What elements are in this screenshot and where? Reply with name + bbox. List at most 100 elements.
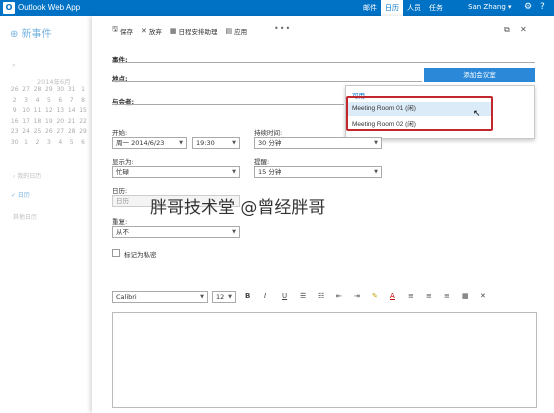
calendar-day[interactable]: 2 [9, 97, 20, 108]
calendar-day[interactable]: 18 [32, 118, 43, 129]
add-room-button[interactable]: 添加会议室 [424, 68, 535, 82]
calendar-day[interactable]: 1 [20, 139, 31, 150]
calendar-day[interactable]: 30 [55, 86, 66, 97]
start-date-field[interactable]: 周一 2014/6/23 ▼ [112, 137, 187, 149]
calendar-day[interactable]: 4 [55, 139, 66, 150]
calendar-day[interactable]: 3 [20, 97, 31, 108]
insert-table-icon[interactable]: ▦ [462, 292, 469, 300]
attendees-input[interactable] [112, 104, 344, 105]
calendar-day[interactable]: 28 [66, 128, 77, 139]
calendar-day[interactable]: 20 [55, 118, 66, 129]
calendar-day[interactable]: 1 [77, 86, 88, 97]
calendar-day[interactable]: 10 [20, 107, 31, 118]
location-input[interactable] [112, 81, 422, 82]
calendar-day[interactable]: 29 [77, 128, 88, 139]
start-time-field[interactable]: 19:30 ▼ [192, 137, 240, 149]
save-icon: 🖫 [112, 25, 118, 33]
calendar-day[interactable]: 6 [77, 139, 88, 150]
calendar-day[interactable]: 3 [43, 139, 54, 150]
calendar-day[interactable]: 5 [43, 97, 54, 108]
calendar-day[interactable]: 29 [43, 86, 54, 97]
calendar-day[interactable]: 6 [55, 97, 66, 108]
calendar-day[interactable]: 8 [77, 97, 88, 108]
font-select[interactable]: Calibri ▼ [112, 291, 208, 303]
message-body-editor[interactable] [112, 312, 537, 408]
calendar-day[interactable]: 4 [32, 97, 43, 108]
calendar-day[interactable]: 14 [66, 107, 77, 118]
calendar-day[interactable]: 25 [32, 128, 43, 139]
calendar-day[interactable]: 28 [32, 86, 43, 97]
calendar-day[interactable]: 17 [20, 118, 31, 129]
popout-icon[interactable]: ⧉ [504, 25, 510, 35]
calendar-day[interactable]: 26 [43, 128, 54, 139]
user-name: San Zhang [468, 3, 506, 11]
show-as-select[interactable]: 忙碌 ▼ [112, 166, 240, 178]
more-options-icon[interactable]: ••• [274, 24, 291, 33]
nav-calendar[interactable]: 日历 [381, 0, 403, 16]
nav-tasks[interactable]: 任务 [425, 3, 447, 16]
bold-icon[interactable]: B [245, 292, 250, 300]
font-size-select[interactable]: 12 ▼ [212, 291, 236, 303]
user-menu[interactable]: San Zhang ▾ [468, 3, 512, 11]
scheduling-assistant-button[interactable]: ▦ 日程安排助理 [170, 25, 218, 36]
nav-people[interactable]: 人员 [403, 3, 425, 16]
apply-button[interactable]: ▤ 应用 [225, 25, 247, 36]
private-checkbox[interactable] [112, 249, 120, 257]
chevron-down-icon: ▼ [232, 169, 236, 175]
calendar-day[interactable]: 5 [66, 139, 77, 150]
underline-icon[interactable]: U [282, 292, 287, 300]
repeat-label: 重复: [112, 218, 128, 226]
calendar-day[interactable]: 11 [32, 107, 43, 118]
numbered-list-icon[interactable]: ☷ [318, 292, 324, 300]
repeat-select[interactable]: 从不 ▼ [112, 226, 240, 238]
bullet-list-icon[interactable]: ☰ [300, 292, 306, 300]
help-icon[interactable]: ? [540, 2, 545, 12]
apply-label: 应用 [234, 27, 248, 36]
save-label: 保存 [119, 27, 133, 36]
calendar-day[interactable]: 22 [77, 118, 88, 129]
repeat-value: 从不 [116, 228, 129, 236]
align-center-icon[interactable]: ≡ [426, 292, 432, 300]
calendar-day[interactable]: 19 [43, 118, 54, 129]
calendar-day[interactable]: 27 [55, 128, 66, 139]
calendar-value: 日历 [116, 197, 129, 205]
align-left-icon[interactable]: ≡ [408, 292, 414, 300]
event-input[interactable] [112, 62, 535, 63]
start-time-value: 19:30 [196, 139, 215, 147]
calendar-prev-icon[interactable]: « [12, 62, 16, 69]
align-right-icon[interactable]: ≡ [444, 292, 450, 300]
calendar-day[interactable]: 24 [20, 128, 31, 139]
calendar-day[interactable]: 9 [9, 107, 20, 118]
my-calendars-header[interactable]: ‹ 我的日历 [13, 171, 41, 180]
calendar-day[interactable]: 21 [66, 118, 77, 129]
other-calendars-header[interactable]: 其他日历 [13, 212, 37, 221]
calendar-day[interactable]: 2 [32, 139, 43, 150]
clear-format-icon[interactable]: ✕ [480, 292, 486, 300]
discard-button[interactable]: ✕ 放弃 [141, 25, 162, 36]
new-event-button[interactable]: ⊕ 新事件 [10, 25, 52, 40]
gear-icon[interactable]: ⚙ [524, 2, 532, 12]
calendar-day[interactable]: 13 [55, 107, 66, 118]
calendar-day[interactable]: 23 [9, 128, 20, 139]
calendar-day[interactable]: 12 [43, 107, 54, 118]
calendar-day[interactable]: 30 [9, 139, 20, 150]
nav-mail[interactable]: 邮件 [359, 3, 381, 16]
highlight-icon[interactable]: ✎ [372, 292, 378, 300]
font-color-icon[interactable]: A [390, 292, 395, 300]
indent-icon[interactable]: ⇥ [354, 292, 360, 300]
calendar-day[interactable]: 26 [9, 86, 20, 97]
calendar-day[interactable]: 16 [9, 118, 20, 129]
italic-icon[interactable]: I [264, 292, 266, 300]
calendar-item[interactable]: ✓ 日历 [11, 190, 30, 199]
outdent-icon[interactable]: ⇤ [336, 292, 342, 300]
calendar-day[interactable]: 31 [66, 86, 77, 97]
chevron-down-icon: ▼ [374, 140, 378, 146]
save-button[interactable]: 🖫 保存 [112, 25, 133, 36]
apply-icon: ▤ [225, 26, 233, 35]
duration-select[interactable]: 30 分钟 ▼ [254, 137, 382, 149]
reminder-select[interactable]: 15 分钟 ▼ [254, 166, 382, 178]
close-dialog-icon[interactable]: ✕ [520, 25, 527, 34]
calendar-day[interactable]: 7 [66, 97, 77, 108]
calendar-day[interactable]: 15 [77, 107, 88, 118]
calendar-day[interactable]: 27 [20, 86, 31, 97]
